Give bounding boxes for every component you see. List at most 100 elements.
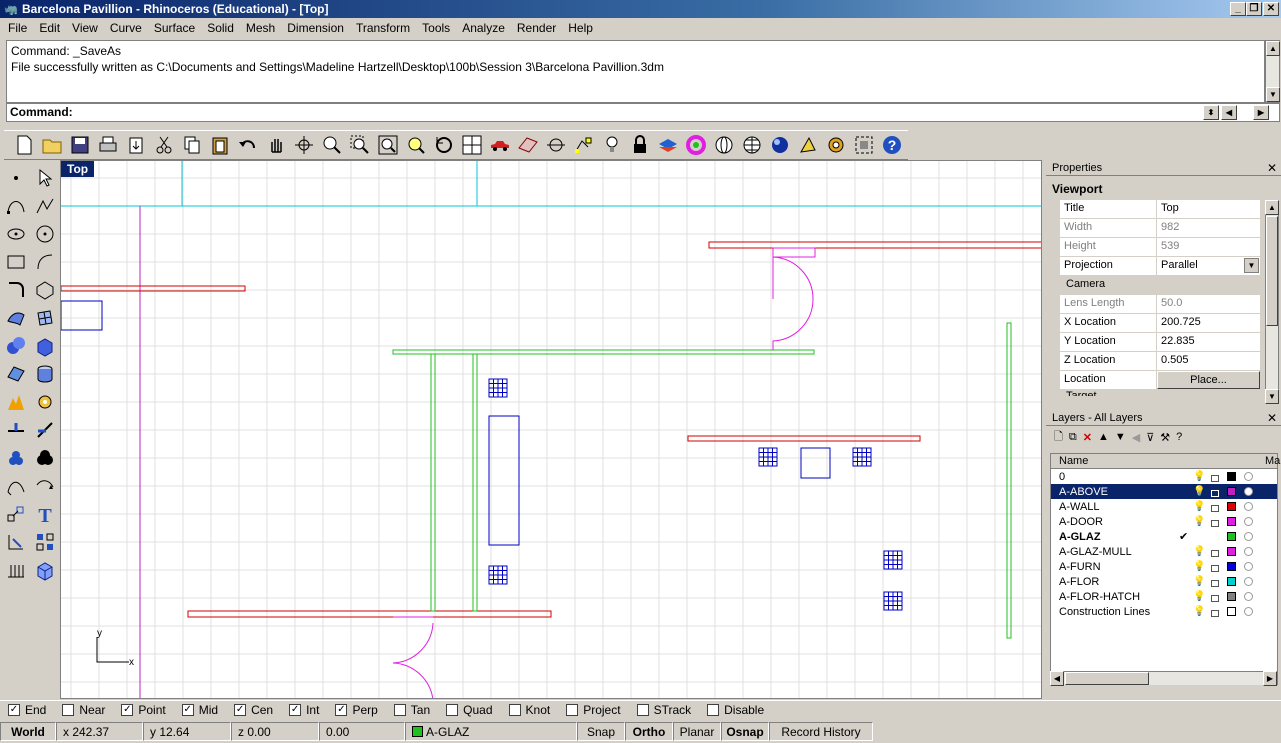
tools-icon[interactable]: ⚒ — [1160, 431, 1170, 444]
checkbox[interactable] — [446, 703, 459, 716]
menu-tools[interactable]: Tools — [416, 21, 456, 35]
wireframe-icon[interactable] — [739, 132, 765, 158]
cplane-indicator[interactable]: World — [0, 722, 56, 741]
arc-icon[interactable] — [30, 248, 59, 276]
boolean-icon[interactable] — [1, 444, 30, 472]
layer-color-swatch[interactable] — [1227, 502, 1236, 511]
prop-value[interactable]: 0.505 — [1157, 352, 1260, 370]
material-icon[interactable] — [1244, 592, 1253, 601]
command-line[interactable]: Command: ⬍ ◀ ▶ — [6, 103, 1280, 122]
menu-edit[interactable]: Edit — [33, 21, 66, 35]
osnap-point[interactable]: ✓ Point — [121, 703, 166, 717]
osnap-icon[interactable] — [543, 132, 569, 158]
settings-icon[interactable] — [823, 132, 849, 158]
prop-value[interactable]: 200.725 — [1157, 314, 1260, 332]
chevron-down-icon[interactable]: ▼ — [1244, 258, 1259, 273]
select-arrow-icon[interactable] — [30, 164, 59, 192]
layer-name[interactable]: A-GLAZ-MULL — [1051, 546, 1171, 558]
layer-hscrollbar[interactable]: ◀ ▶ — [1050, 671, 1277, 686]
osnap-near[interactable]: Near — [62, 703, 105, 717]
command-history-scrollbar[interactable]: ▲ ▼ — [1265, 40, 1280, 103]
undo-icon[interactable] — [235, 132, 261, 158]
scroll-down-icon[interactable]: ▼ — [1265, 389, 1279, 404]
command-right-icon[interactable]: ▶ — [1253, 105, 1269, 120]
layer-name[interactable]: A-DOOR — [1051, 516, 1171, 528]
material-icon[interactable] — [1244, 517, 1253, 526]
material-icon[interactable] — [1244, 532, 1253, 541]
material-icon[interactable] — [1244, 577, 1253, 586]
layer-color-swatch[interactable] — [1227, 517, 1236, 526]
render-icon[interactable] — [767, 132, 793, 158]
layer-color-swatch[interactable] — [1227, 592, 1236, 601]
current-layer[interactable]: A-GLAZ — [405, 722, 577, 741]
osnap-tan[interactable]: Tan — [393, 703, 430, 717]
checkbox[interactable] — [636, 703, 649, 716]
move-left-icon[interactable]: ◀ — [1132, 431, 1140, 444]
move-icon[interactable] — [1, 500, 30, 528]
delete-layer-icon[interactable]: ✕ — [1083, 431, 1092, 444]
osnap-end[interactable]: ✓ End — [8, 703, 46, 717]
grid-icon[interactable] — [515, 132, 541, 158]
prop-value[interactable]: Top — [1157, 200, 1260, 218]
solid-spheres-icon[interactable] — [1, 332, 30, 360]
lock-icon[interactable] — [1211, 610, 1219, 617]
prop-row-y-location[interactable]: Y Location 22.835 — [1060, 333, 1260, 352]
scroll-right-icon[interactable]: ▶ — [1263, 671, 1277, 686]
material-icon[interactable] — [1244, 502, 1253, 511]
filter-icon[interactable]: ⊽ — [1146, 431, 1154, 444]
layer-name[interactable]: A-FLOR-HATCH — [1051, 591, 1171, 603]
layer-name[interactable]: 0 — [1051, 471, 1171, 483]
new-layer-icon[interactable]: 🗋 — [1054, 428, 1063, 447]
lock-icon[interactable] — [1211, 595, 1219, 602]
light-bulb-icon[interactable]: 💡 — [1193, 561, 1205, 572]
osnap-disable[interactable]: Disable — [707, 703, 764, 717]
light-bulb-icon[interactable]: 💡 — [1193, 501, 1205, 512]
checkbox[interactable]: ✓ — [181, 703, 194, 716]
close-icon[interactable]: ✕ — [1267, 161, 1277, 175]
layer-row[interactable]: A-FLOR 💡 — [1051, 574, 1277, 589]
light-bulb-icon[interactable]: 💡 — [1193, 591, 1205, 602]
undo-view-icon[interactable] — [431, 132, 457, 158]
lock-icon[interactable] — [1211, 490, 1219, 497]
layer-row[interactable]: A-FURN 💡 — [1051, 559, 1277, 574]
checkbox[interactable] — [707, 703, 720, 716]
scroll-down-icon[interactable]: ▼ — [1266, 87, 1280, 102]
menu-analyze[interactable]: Analyze — [456, 21, 511, 35]
scroll-thumb[interactable] — [1266, 216, 1278, 326]
box-icon[interactable] — [30, 332, 59, 360]
restore-button[interactable]: ❐ — [1246, 2, 1262, 16]
trim-icon[interactable] — [1, 416, 30, 444]
select-points-icon[interactable] — [571, 132, 597, 158]
layer-name[interactable]: A-GLAZ — [1051, 531, 1171, 543]
polygon-icon[interactable] — [30, 276, 59, 304]
checkbox[interactable]: ✓ — [121, 703, 134, 716]
planar-toggle[interactable]: Planar — [673, 722, 721, 741]
checkbox[interactable]: ✓ — [335, 703, 348, 716]
copy-icon[interactable] — [179, 132, 205, 158]
checkbox[interactable]: ✓ — [8, 703, 20, 716]
light-bulb-icon[interactable]: 💡 — [1193, 471, 1205, 482]
menu-transform[interactable]: Transform — [350, 21, 416, 35]
surface-grid-icon[interactable] — [30, 304, 59, 332]
minimize-button[interactable]: _ — [1230, 2, 1246, 16]
material-icon[interactable] — [1244, 472, 1253, 481]
menu-surface[interactable]: Surface — [148, 21, 201, 35]
layer-row[interactable]: A-ABOVE 💡 — [1051, 484, 1277, 499]
render-box-icon[interactable] — [30, 556, 59, 584]
layer-color-swatch[interactable] — [1227, 607, 1236, 616]
layer-icon[interactable] — [655, 132, 681, 158]
point-icon[interactable] — [1, 164, 30, 192]
menu-file[interactable]: File — [2, 21, 33, 35]
place-button[interactable]: Place... — [1157, 371, 1260, 389]
rectangle-icon[interactable] — [1, 248, 30, 276]
prop-value[interactable]: 22.835 — [1157, 333, 1260, 351]
prop-row-title[interactable]: Title Top — [1060, 200, 1260, 219]
mesh-icon[interactable] — [1, 360, 30, 388]
lock-icon[interactable] — [1211, 475, 1219, 482]
split-icon[interactable] — [30, 416, 59, 444]
options-icon[interactable] — [851, 132, 877, 158]
column-name[interactable]: Name — [1051, 455, 1171, 467]
cylinder-icon[interactable] — [30, 360, 59, 388]
checkbox[interactable] — [508, 703, 521, 716]
viewport-title[interactable]: Top — [61, 161, 95, 177]
